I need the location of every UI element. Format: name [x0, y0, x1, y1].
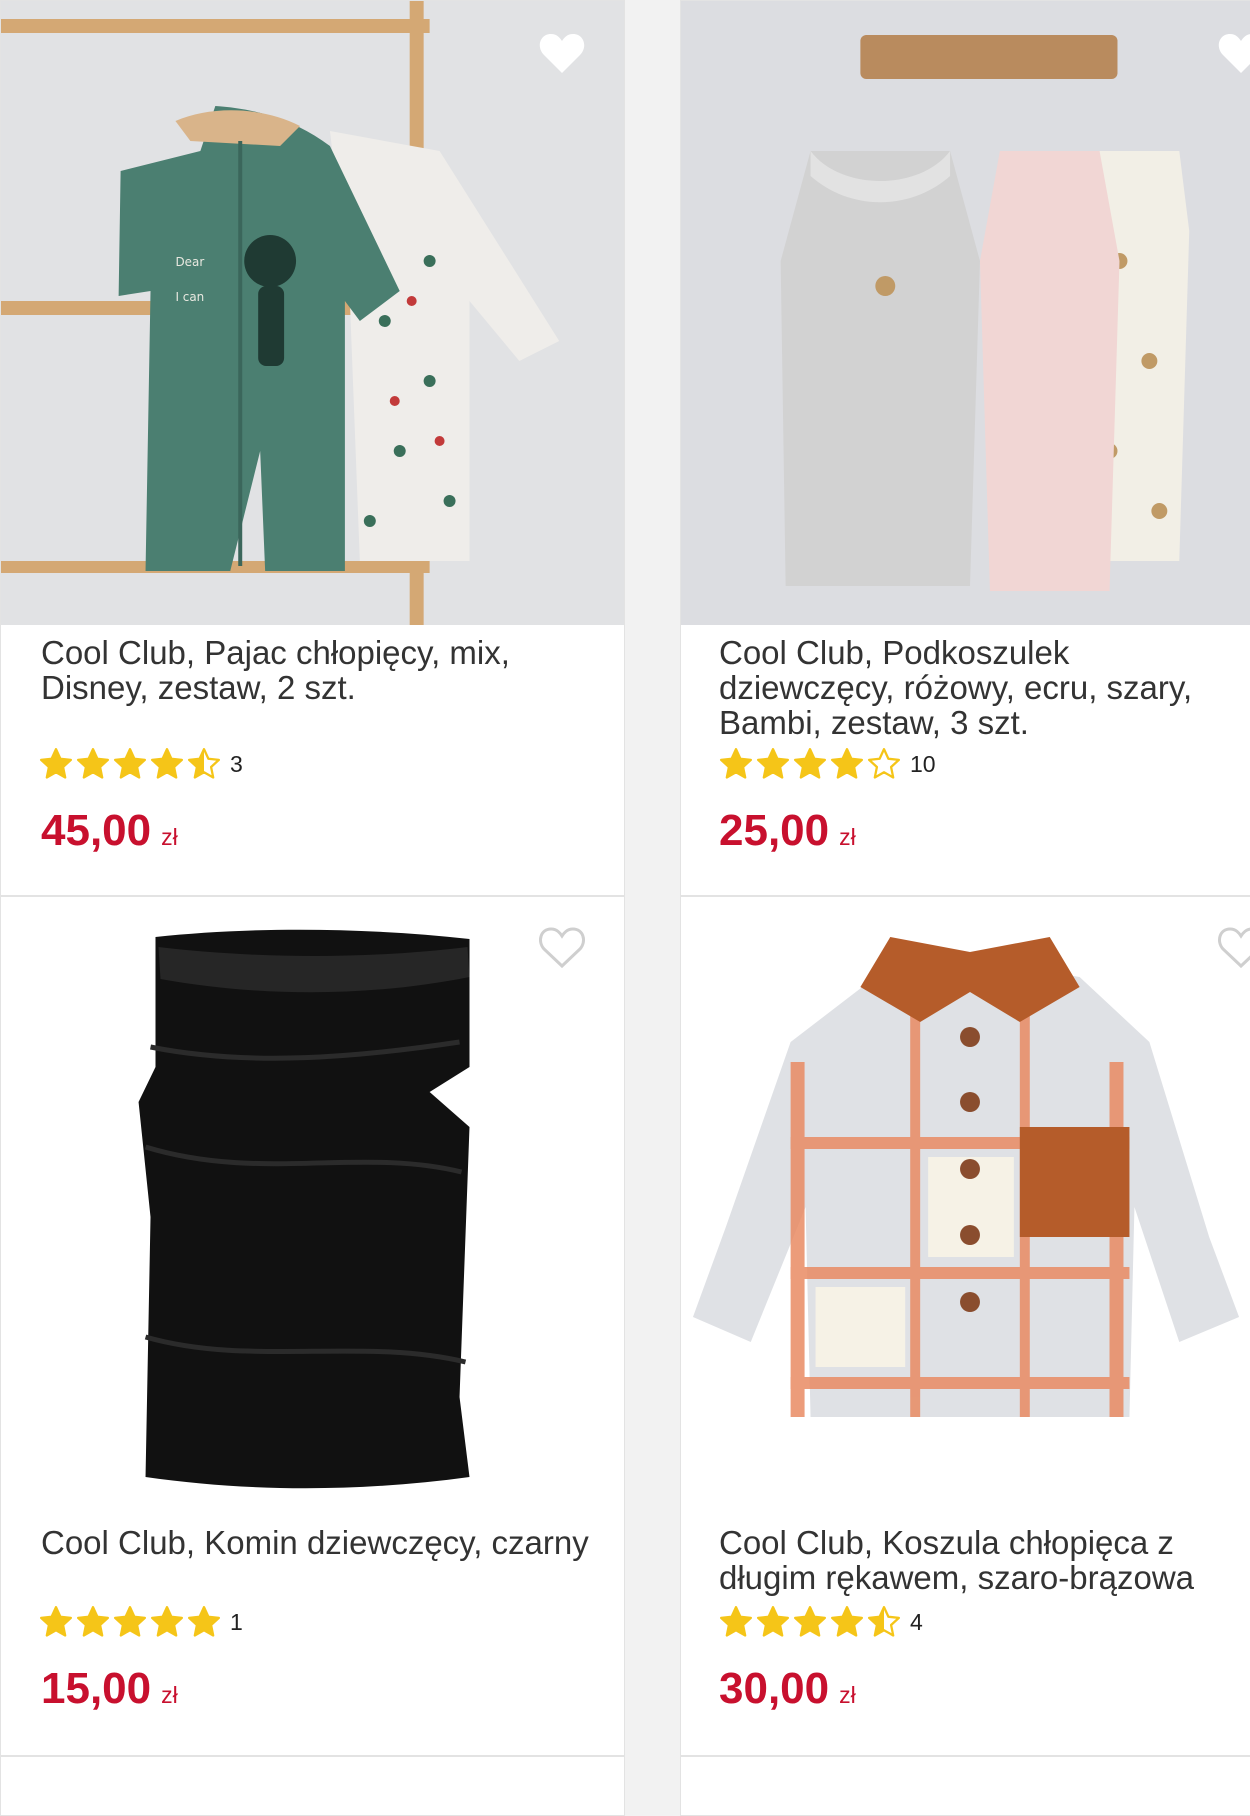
product-title[interactable]: Cool Club, Komin dziewczęcy, czarny	[41, 1525, 604, 1560]
favorite-heart-icon[interactable]	[1217, 925, 1250, 969]
price-value: 25,00	[719, 806, 830, 855]
star-full-icon	[187, 1605, 221, 1637]
price-value: 30,00	[719, 1664, 830, 1713]
product-title[interactable]: Cool Club, Podkoszulek dziewczęcy, różow…	[719, 635, 1239, 740]
star-half-icon	[187, 747, 221, 779]
review-count: 3	[230, 750, 243, 777]
product-price: 15,00 zł	[41, 1664, 178, 1714]
star-full-icon	[113, 1605, 147, 1637]
star-full-icon	[76, 747, 110, 779]
currency: zł	[839, 1682, 856, 1708]
product-image[interactable]	[681, 1, 1250, 625]
star-rating: 1	[39, 1605, 243, 1639]
star-rating: 3	[39, 747, 243, 781]
star-full-icon	[830, 1605, 864, 1637]
star-full-icon	[793, 747, 827, 779]
star-rating: 10	[719, 747, 936, 781]
product-price: 25,00 zł	[719, 806, 856, 856]
star-full-icon	[150, 747, 184, 779]
star-full-icon	[830, 747, 864, 779]
product-card[interactable]	[680, 1756, 1250, 1816]
product-card[interactable]: Cool Club, Koszula chłopięca z długim rę…	[680, 896, 1250, 1756]
star-full-icon	[756, 747, 790, 779]
product-price: 30,00 zł	[719, 1664, 856, 1714]
product-title[interactable]: Cool Club, Koszula chłopięca z długim rę…	[719, 1525, 1239, 1595]
product-image[interactable]: Dear I can	[1, 1, 624, 625]
product-card[interactable]: Cool Club, Komin dziewczęcy, czarny 1 15…	[0, 896, 625, 1756]
product-title[interactable]: Cool Club, Pajac chłopięcy, mix, Disney,…	[41, 635, 604, 705]
star-full-icon	[793, 1605, 827, 1637]
star-full-icon	[719, 747, 753, 779]
star-full-icon	[150, 1605, 184, 1637]
product-card[interactable]: Dear I can Cool Club, Pajac chłopięcy, m…	[0, 0, 625, 896]
star-full-icon	[39, 747, 73, 779]
star-full-icon	[719, 1605, 753, 1637]
star-full-icon	[113, 747, 147, 779]
product-image[interactable]	[1, 897, 624, 1507]
favorite-heart-icon[interactable]	[538, 31, 586, 75]
star-full-icon	[76, 1605, 110, 1637]
review-count: 4	[910, 1608, 923, 1635]
currency: zł	[161, 824, 178, 850]
currency: zł	[161, 1682, 178, 1708]
svg-text:I can: I can	[175, 290, 204, 304]
star-empty-icon	[867, 747, 901, 779]
star-full-icon	[39, 1605, 73, 1637]
product-price: 45,00 zł	[41, 806, 178, 856]
favorite-heart-icon[interactable]	[538, 925, 586, 969]
star-full-icon	[756, 1605, 790, 1637]
price-value: 15,00	[41, 1664, 152, 1713]
star-rating: 4	[719, 1605, 923, 1639]
review-count: 10	[910, 750, 936, 777]
svg-text:Dear: Dear	[175, 255, 204, 269]
review-count: 1	[230, 1608, 243, 1635]
favorite-heart-icon[interactable]	[1217, 31, 1250, 75]
price-value: 45,00	[41, 806, 152, 855]
product-card[interactable]: Cool Club, Podkoszulek dziewczęcy, różow…	[680, 0, 1250, 896]
product-image[interactable]	[681, 897, 1250, 1507]
product-card[interactable]	[0, 1756, 625, 1816]
star-half-icon	[867, 1605, 901, 1637]
currency: zł	[839, 824, 856, 850]
